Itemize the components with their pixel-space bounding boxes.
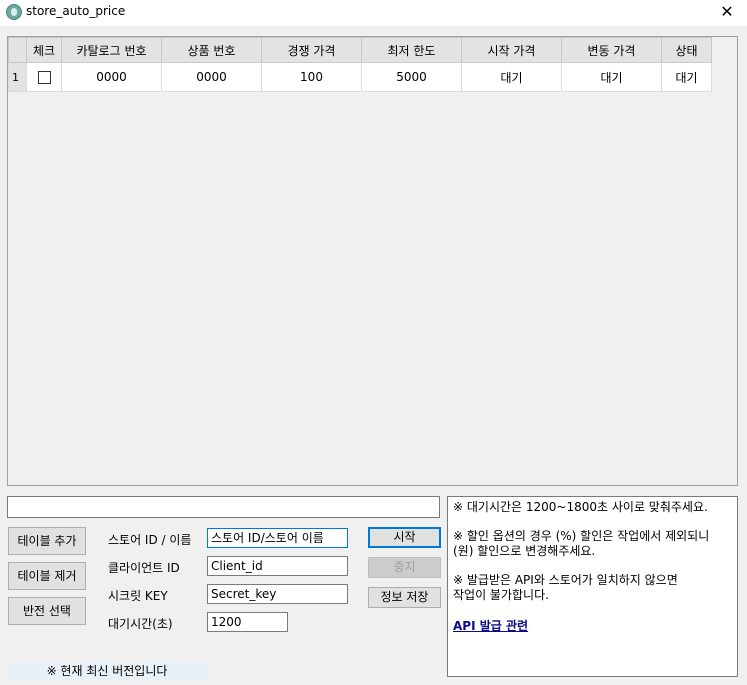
version-status: ※ 현재 최신 버전입니다 — [7, 662, 207, 680]
min-limit-cell[interactable]: 5000 — [361, 62, 462, 92]
close-icon[interactable]: ✕ — [713, 1, 741, 23]
table-header-row: 체크 카탈로그 번호 상품 번호 경쟁 가격 최저 한도 시작 가격 변동 가격… — [8, 37, 712, 63]
info-api-line1: ※ 발급받은 API와 스토어가 일치하지 않으면 — [453, 573, 678, 587]
client-id-input[interactable]: Client_id — [207, 556, 348, 576]
secret-key-label: 시크릿 KEY — [108, 589, 168, 603]
column-header-catalog[interactable]: 카탈로그 번호 — [61, 37, 162, 63]
data-grid[interactable]: 체크 카탈로그 번호 상품 번호 경쟁 가격 최저 한도 시작 가격 변동 가격… — [7, 36, 738, 486]
save-info-button[interactable]: 정보 저장 — [368, 587, 441, 608]
column-header-start-price[interactable]: 시작 가격 — [461, 37, 562, 63]
column-header-check[interactable]: 체크 — [26, 37, 62, 63]
row-checkbox[interactable] — [37, 71, 51, 84]
invert-select-button[interactable]: 반전 선택 — [8, 597, 86, 625]
info-discount-line1: ※ 할인 옵션의 경우 (%) 할인은 작업에서 제외되니 — [453, 529, 710, 543]
wait-time-label: 대기시간(초) — [108, 617, 173, 631]
status-cell[interactable]: 대기 — [661, 62, 712, 92]
product-cell[interactable]: 0000 — [161, 62, 262, 92]
add-table-button[interactable]: 테이블 추가 — [8, 527, 86, 555]
info-api-line2: 작업이 불가합니다. — [453, 588, 549, 602]
column-header-change-price[interactable]: 변동 가격 — [561, 37, 662, 63]
store-id-label: 스토어 ID / 이름 — [108, 533, 192, 547]
column-header-product[interactable]: 상품 번호 — [161, 37, 262, 63]
status-textbox[interactable] — [7, 496, 440, 518]
title-bar: store_auto_price ✕ — [0, 0, 747, 26]
info-api-note: ※ 발급받은 API와 스토어가 일치하지 않으면 작업이 불가합니다. — [453, 573, 732, 603]
column-header-min-limit[interactable]: 최저 한도 — [361, 37, 462, 63]
competitor-cell[interactable]: 100 — [261, 62, 362, 92]
app-icon — [6, 4, 22, 20]
corner-header — [8, 37, 27, 63]
column-header-competitor[interactable]: 경쟁 가격 — [261, 37, 362, 63]
store-id-input[interactable]: 스토어 ID/스토어 이름 — [207, 528, 348, 548]
change-price-cell[interactable]: 대기 — [561, 62, 662, 92]
info-wait-note: ※ 대기시간은 1200~1800초 사이로 맞춰주세요. — [453, 500, 708, 514]
row-number[interactable]: 1 — [8, 62, 27, 92]
start-price-cell[interactable]: 대기 — [461, 62, 562, 92]
client-id-label: 클라이언트 ID — [108, 561, 180, 575]
window-title: store_auto_price — [26, 4, 126, 18]
catalog-cell[interactable]: 0000 — [61, 62, 162, 92]
wait-time-input[interactable]: 1200 — [207, 612, 288, 632]
info-discount-line2: (원) 할인으로 변경해주세요. — [453, 544, 596, 558]
start-button[interactable]: 시작 — [368, 527, 441, 548]
info-panel: ※ 대기시간은 1200~1800초 사이로 맞춰주세요. ※ 할인 옵션의 경… — [447, 496, 738, 677]
column-header-status[interactable]: 상태 — [661, 37, 712, 63]
stop-button[interactable]: 중지 — [368, 557, 441, 578]
table-row[interactable]: 1 0000 0000 100 5000 대기 대기 대기 — [8, 62, 712, 92]
info-discount-note: ※ 할인 옵션의 경우 (%) 할인은 작업에서 제외되니 (원) 할인으로 변경… — [453, 529, 732, 559]
row-check-cell[interactable] — [26, 62, 62, 92]
api-issue-link[interactable]: API 발급 관련 — [453, 619, 528, 633]
remove-table-button[interactable]: 테이블 제거 — [8, 562, 86, 590]
secret-key-input[interactable]: Secret_key — [207, 584, 348, 604]
price-table: 체크 카탈로그 번호 상품 번호 경쟁 가격 최저 한도 시작 가격 변동 가격… — [8, 37, 712, 92]
